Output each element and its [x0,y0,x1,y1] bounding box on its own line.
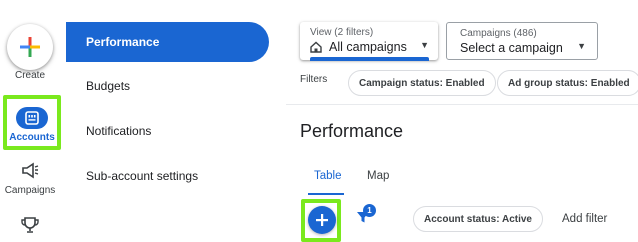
tab-map[interactable]: Map [367,170,389,182]
accounts-label: Accounts [9,132,55,143]
trophy-icon[interactable] [20,216,40,234]
caret-down-icon: ▼ [420,40,429,50]
filter-chip-account-status[interactable]: Account status: Active [413,206,543,232]
left-rail: Create Accounts Campaigns [0,0,62,242]
main-content: View (2 filters) All campaigns ▼ Campaig… [286,0,638,242]
plus-icon [316,214,328,226]
add-filter-link[interactable]: Add filter [562,213,607,225]
divider [286,104,638,105]
view-dropdown-caption: View (2 filters) [310,27,374,38]
subnav-item-label: Performance [86,35,160,49]
home-icon [310,41,322,53]
tab-table[interactable]: Table [314,170,342,182]
page-title: Performance [300,121,404,141]
create-label: Create [14,70,45,81]
app-root: Create Accounts Campaigns Performance Bu… [0,0,638,242]
subnav-item-label: Budgets [86,79,131,93]
add-button[interactable] [308,206,336,234]
accounts-nav-item[interactable]: Accounts [3,95,61,150]
accounts-pill[interactable] [16,107,48,129]
campaigns-dropdown[interactable]: Campaigns (486) Select a campaign ▼ [446,22,598,60]
sub-navigation: Performance Budgets Notifications Sub-ac… [66,0,286,242]
subnav-item-notifications[interactable]: Notifications [66,111,269,151]
create-plus-icon [20,37,40,57]
subnav-item-label: Sub-account settings [86,169,199,183]
add-button-highlight [301,199,341,242]
view-dropdown-indicator [310,57,429,61]
view-dropdown[interactable]: View (2 filters) All campaigns ▼ [300,22,438,61]
filter-count-badge: 1 [363,204,376,217]
view-dropdown-value: All campaigns [329,40,407,54]
subnav-item-sub-account-settings[interactable]: Sub-account settings [66,156,269,196]
campaigns-dropdown-caption: Campaigns (486) [460,28,537,39]
campaigns-megaphone-icon[interactable] [20,162,40,180]
subnav-item-performance[interactable]: Performance [66,22,269,62]
filter-chip-campaign-status[interactable]: Campaign status: Enabled [348,70,496,96]
create-button[interactable] [7,24,53,70]
filter-chip-ad-group-status[interactable]: Ad group status: Enabled [497,70,638,96]
subnav-item-budgets[interactable]: Budgets [66,66,269,106]
accounts-icon [25,111,39,125]
filters-label: Filters [300,74,328,85]
campaigns-dropdown-value: Select a campaign [460,41,563,55]
campaigns-label: Campaigns [4,185,56,196]
caret-down-icon: ▼ [577,41,586,51]
active-tab-indicator [308,193,344,195]
subnav-item-label: Notifications [86,124,152,138]
